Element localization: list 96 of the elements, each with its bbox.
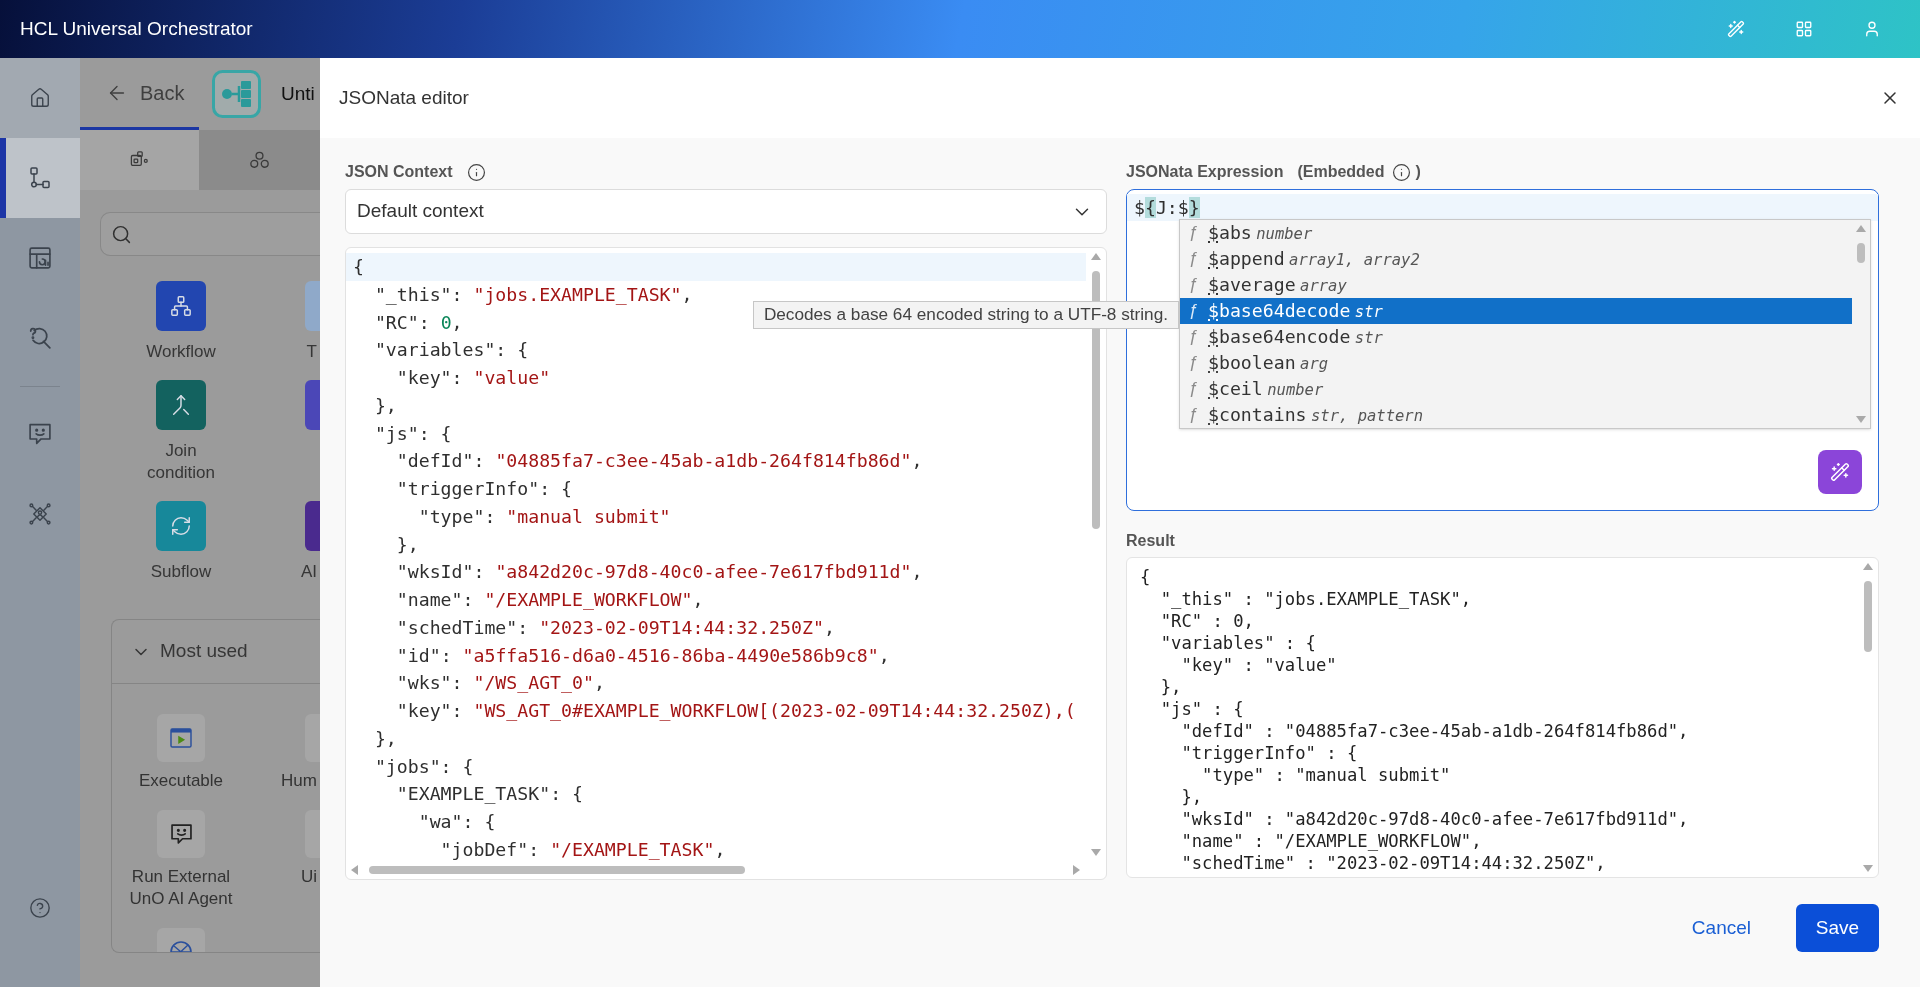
result-line: "schedTime" : "2023-02-09T14:44:32.250Z", — [1180, 853, 1606, 873]
search-question-icon — [29, 327, 51, 349]
suggestion-item[interactable]: ƒ $average array — [1180, 272, 1852, 298]
tool-label: Executable — [137, 770, 225, 792]
tool-label: Ui — [300, 866, 318, 888]
code-line: }, — [395, 533, 419, 555]
suggestion-item[interactable]: ƒ $abs number — [1180, 220, 1852, 246]
code-line: "key": "value" — [395, 367, 551, 388]
workflow-logo-icon — [212, 70, 261, 118]
suggestion-item[interactable]: ƒ $base64decode str — [1180, 298, 1852, 324]
field-label: JSONata Expression — [1126, 162, 1284, 182]
tile-icon[interactable] — [305, 501, 320, 551]
save-button[interactable]: Save — [1796, 904, 1879, 952]
tile-icon[interactable] — [305, 380, 320, 430]
suggestion-item[interactable]: ƒ $append array1, array2 — [1180, 246, 1852, 272]
code-line: { — [353, 256, 364, 277]
chat-smile-icon — [29, 423, 51, 445]
globe-icon[interactable] — [157, 928, 205, 952]
magic-wand-icon[interactable] — [1727, 20, 1745, 38]
tooltip: Decodes a base 64 encoded string to a UTF-8 string. — [752, 301, 1179, 329]
code-line: "name": "/EXAMPLE_WORKFLOW", — [395, 589, 704, 610]
field-label: JSON Context — [345, 162, 453, 182]
cancel-button[interactable]: Cancel — [1691, 913, 1751, 943]
user-icon[interactable] — [1863, 20, 1881, 38]
cycle-arrows-icon[interactable] — [156, 501, 206, 551]
code-line: "wks": "/WS_AGT_0", — [395, 672, 605, 694]
code-line: "type": "manual submit" — [417, 505, 671, 527]
info-icon[interactable] — [466, 162, 486, 182]
code-line: "schedTime": "2023-02-09T14:44:32.250Z", — [395, 616, 835, 638]
result-line: }, — [1159, 677, 1182, 697]
app-title: HCL Universal Orchestrator — [19, 16, 253, 41]
result-line: "js" : { — [1159, 699, 1244, 719]
code-line: "_this": "jobs.EXAMPLE_TASK", — [373, 283, 693, 305]
magic-wand-icon — [1830, 462, 1850, 482]
tool-label: Hum — [281, 770, 318, 792]
embedded-label: (Embedded — [1297, 162, 1385, 182]
code-line: "variables": { — [373, 339, 529, 361]
palette-label: Subflow — [149, 561, 213, 583]
result-line: "defId" : "04885fa7-c3ee-45ab-a1db-264f814fb86d", — [1180, 721, 1689, 741]
tile-icon[interactable] — [305, 714, 320, 762]
magic-wand-button[interactable] — [1818, 450, 1862, 494]
person-cross-icon — [29, 503, 51, 525]
branch-nodes-icon — [29, 167, 51, 189]
help-icon — [29, 897, 51, 919]
result-line: }, — [1180, 787, 1203, 807]
dashboard-icon — [29, 247, 51, 269]
code-line: }, — [373, 727, 397, 749]
result-line: "variables" : { — [1159, 633, 1316, 653]
result-line: { — [1140, 567, 1151, 587]
code-line: "RC": 0, — [373, 311, 463, 333]
code-line: "triggerInfo": { — [395, 478, 573, 499]
code-line: "key": "WS_AGT_0#EXAMPLE_WORKFLOW[(2023-02-09T14:44:32.250Z),( — [395, 700, 1076, 721]
palette-label: AI — [300, 561, 318, 583]
palette-label: Join condition — [145, 440, 217, 484]
tool-label: Run External UnO AI Agent — [128, 866, 234, 910]
result-line: "type" : "manual submit" — [1201, 765, 1451, 785]
expression-text: ${J:$} — [1134, 197, 1200, 218]
code-line: }, — [373, 394, 397, 416]
code-line: "wa": { — [417, 811, 496, 832]
code-line: "jobDef": "/EXAMPLE_TASK", — [439, 838, 726, 860]
code-line: "defId": "04885fa7-c3ee-45ab-a1db-264f814fb86d", — [395, 450, 923, 472]
search-field[interactable] — [100, 212, 320, 256]
result-line: "triggerInfo" : { — [1180, 743, 1358, 763]
network-icon[interactable] — [156, 281, 206, 331]
closing-parenthesis: ) — [1415, 162, 1421, 182]
code-line: "id": "a5ffa516-d6a0-4516-86ba-4490e586b9c8", — [395, 644, 890, 666]
workflow-title: Unti — [281, 81, 315, 106]
tile-icon[interactable] — [305, 810, 320, 858]
search-icon — [111, 223, 132, 245]
app-grid-icon[interactable] — [1795, 20, 1813, 38]
chat-smile-icon[interactable] — [157, 810, 205, 858]
suggestion-item[interactable]: ƒ $boolean arg — [1180, 350, 1852, 376]
code-line: "js": { — [373, 422, 452, 444]
context-select[interactable]: Default context — [345, 189, 1107, 234]
code-line: "jobs": { — [373, 755, 474, 777]
palette-label: Workflow — [145, 341, 217, 363]
dialog-title: JSONata editor — [339, 85, 469, 110]
circles-icon — [250, 151, 269, 169]
info-icon[interactable] — [1391, 162, 1411, 182]
result-line: "key" : "value" — [1180, 655, 1337, 675]
window-play-icon[interactable] — [157, 714, 205, 762]
tile-icon[interactable] — [305, 281, 320, 331]
code-line: "EXAMPLE_TASK": { — [395, 783, 583, 805]
palette-label: T — [306, 341, 318, 363]
field-label: Result — [1126, 531, 1176, 551]
suggestion-item[interactable]: ƒ $base64encode str — [1180, 324, 1852, 350]
suggestion-item[interactable]: ƒ $ceil number — [1180, 376, 1852, 402]
nodes-icon — [130, 151, 149, 169]
code-line: "wksId": "a842d20c-97d8-40c0-afee-7e617fbd911d", — [395, 561, 923, 583]
result-line: "_this" : "jobs.EXAMPLE_TASK", — [1159, 589, 1472, 609]
home-icon — [29, 87, 51, 109]
nav-item[interactable] — [0, 138, 80, 218]
result-line: "name" : "/EXAMPLE_WORKFLOW", — [1180, 831, 1482, 851]
result-line: "RC" : 0, — [1159, 611, 1254, 631]
suggestion-item[interactable]: ƒ $contains str, pattern — [1180, 402, 1852, 428]
result-line: "wksId" : "a842d20c-97d8-40c0-afee-7e617fbd911d", — [1180, 809, 1689, 829]
